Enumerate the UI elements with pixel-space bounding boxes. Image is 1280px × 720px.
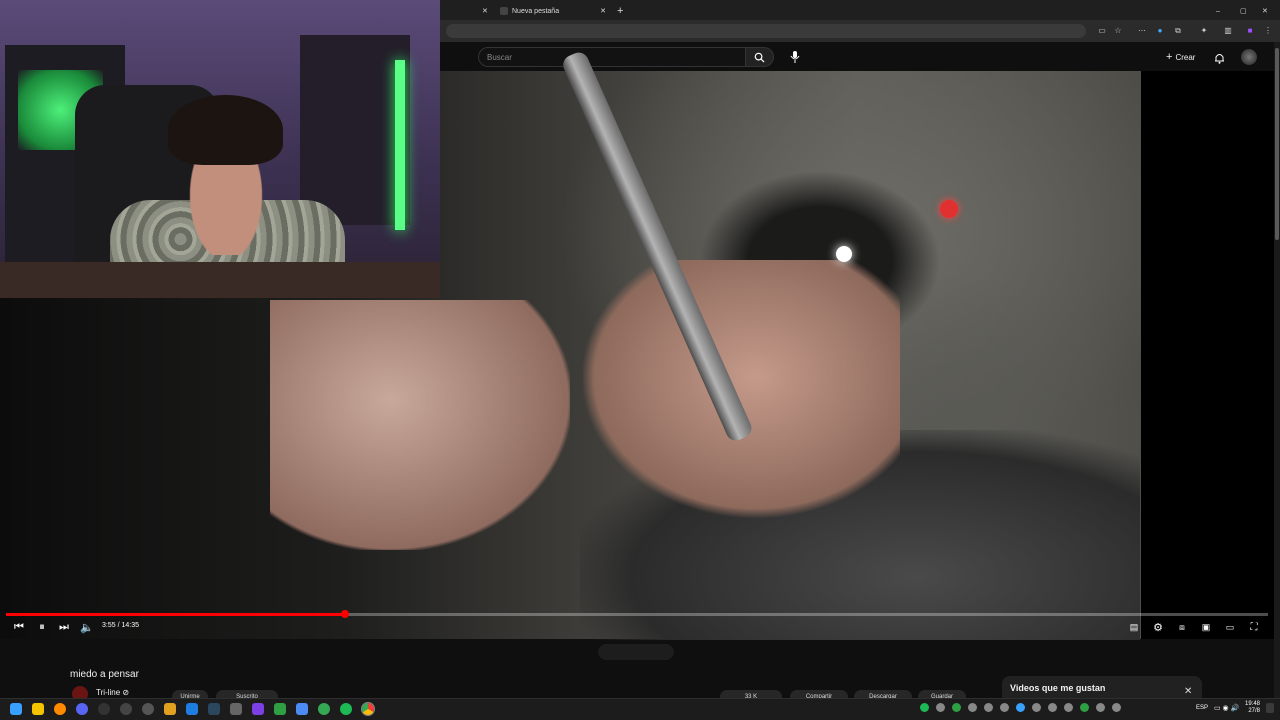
channel-name[interactable]: Tri-line ⊘ bbox=[96, 688, 129, 697]
microphone-icon bbox=[790, 51, 800, 63]
address-bar[interactable] bbox=[446, 24, 1086, 38]
previous-button[interactable]: ⏮ bbox=[12, 620, 26, 634]
cast-button[interactable]: ▭ bbox=[1223, 620, 1237, 634]
tray-icon[interactable] bbox=[1112, 703, 1121, 712]
plus-icon: + bbox=[1166, 51, 1173, 63]
search-icon bbox=[754, 52, 765, 63]
video-title: miedo a pensar bbox=[70, 669, 139, 680]
ambient-pill bbox=[598, 644, 674, 660]
tab-close-icon[interactable]: ✕ bbox=[482, 7, 488, 15]
tab-favicon-icon bbox=[500, 7, 508, 15]
search-app-icon[interactable] bbox=[54, 703, 66, 715]
next-button[interactable]: ⏭ bbox=[57, 620, 71, 634]
bookmark-star-icon[interactable]: ☆ bbox=[1114, 27, 1122, 35]
search-button[interactable] bbox=[746, 47, 774, 67]
tray-spotify-icon[interactable] bbox=[920, 703, 929, 712]
minimize-button[interactable]: – bbox=[1216, 2, 1226, 20]
tab-close-icon[interactable]: ✕ bbox=[600, 7, 606, 15]
search-input[interactable]: Buscar bbox=[478, 47, 746, 67]
app-recycle-icon[interactable] bbox=[318, 703, 330, 715]
cast-icon[interactable]: ▭ bbox=[1098, 27, 1106, 35]
steam-icon[interactable] bbox=[208, 703, 220, 715]
clock-date: 27/8 bbox=[1248, 708, 1260, 714]
notification-icon[interactable] bbox=[1266, 703, 1274, 713]
network-volume-icons[interactable]: ▭ ◉ 🔊 bbox=[1214, 704, 1239, 712]
scrollbar-thumb[interactable] bbox=[1275, 48, 1279, 240]
sidebar-icon[interactable]: ▥ bbox=[1224, 27, 1232, 35]
bell-icon bbox=[1215, 54, 1224, 64]
pause-button[interactable]: ⏸ bbox=[35, 620, 49, 634]
video-side-area bbox=[1141, 71, 1280, 639]
app-blue-icon[interactable] bbox=[186, 703, 198, 715]
tray-icon[interactable] bbox=[968, 703, 977, 712]
start-icon[interactable] bbox=[10, 703, 22, 715]
tray-icon[interactable] bbox=[936, 703, 945, 712]
video-white-light bbox=[836, 246, 852, 262]
create-label: Crear bbox=[1175, 52, 1196, 62]
subtitles-button[interactable]: ▤ bbox=[1127, 620, 1141, 634]
tray-icon[interactable] bbox=[1000, 703, 1009, 712]
settings-button[interactable]: ⚙ bbox=[1151, 620, 1165, 634]
app-green-icon[interactable] bbox=[274, 703, 286, 715]
webcam-person-hair bbox=[168, 95, 283, 165]
extension-blue-icon[interactable]: ● bbox=[1156, 27, 1164, 35]
liked-videos-title: Videos que me gustan bbox=[1010, 683, 1106, 693]
extensions-puzzle-icon[interactable]: ⧉ bbox=[1174, 27, 1182, 35]
progress-bar[interactable] bbox=[6, 613, 1268, 616]
theater-mode-button[interactable]: ▣ bbox=[1199, 620, 1213, 634]
tray-icon[interactable] bbox=[1096, 703, 1105, 712]
webcam-neon-bar bbox=[395, 60, 405, 230]
video-left-hand bbox=[270, 300, 570, 550]
new-tab-button[interactable]: + bbox=[617, 2, 629, 20]
app-arrow-icon[interactable] bbox=[120, 703, 132, 715]
profile-icon[interactable]: ■ bbox=[1246, 27, 1254, 35]
tray-icon[interactable] bbox=[984, 703, 993, 712]
app-purple-icon[interactable] bbox=[252, 703, 264, 715]
app-gear-icon[interactable] bbox=[230, 703, 242, 715]
notifications-button[interactable] bbox=[1214, 51, 1225, 69]
system-tray bbox=[920, 703, 1180, 715]
app-ak-icon[interactable] bbox=[98, 703, 110, 715]
video-red-light bbox=[940, 200, 958, 218]
extension-icon[interactable]: ⋯ bbox=[1138, 27, 1146, 35]
close-window-button[interactable]: ✕ bbox=[1262, 2, 1272, 20]
tab-nueva-pestana[interactable]: Nueva pestaña ✕ bbox=[500, 2, 610, 20]
tray-icon[interactable] bbox=[1048, 703, 1057, 712]
miniplayer-button[interactable]: ⧈ bbox=[1175, 620, 1189, 634]
chrome-icon[interactable] bbox=[361, 702, 375, 716]
video-right-hand bbox=[580, 260, 900, 520]
app-c-icon[interactable] bbox=[296, 703, 308, 715]
app-v-icon[interactable] bbox=[76, 703, 88, 715]
account-avatar[interactable] bbox=[1241, 49, 1257, 65]
time-display: 3:55 / 14:35 bbox=[102, 622, 139, 629]
taskbar-clock[interactable]: 19:48 27/8 bbox=[1238, 701, 1260, 715]
progress-fill bbox=[6, 613, 346, 616]
tray-icon[interactable] bbox=[1064, 703, 1073, 712]
tray-green-icon[interactable] bbox=[952, 703, 961, 712]
clock-time: 19:48 bbox=[1244, 701, 1260, 707]
voice-search-button[interactable] bbox=[790, 50, 802, 64]
tray-green-icon[interactable] bbox=[1080, 703, 1089, 712]
webcam-shelf-right bbox=[300, 35, 410, 225]
tab-label: Nueva pestaña bbox=[512, 7, 560, 15]
tray-icon[interactable] bbox=[1032, 703, 1041, 712]
language-indicator[interactable]: ESP bbox=[1196, 705, 1208, 711]
close-icon[interactable]: ✕ bbox=[1184, 686, 1192, 697]
webcam-overlay bbox=[0, 0, 440, 298]
webcam-floor bbox=[0, 262, 440, 298]
tab-previous[interactable]: ✕ bbox=[444, 2, 494, 20]
create-button[interactable]: + Crear bbox=[1166, 51, 1195, 63]
browser-menu-icon[interactable]: ⋮ bbox=[1264, 27, 1272, 35]
tray-blue-icon[interactable] bbox=[1016, 703, 1025, 712]
spotify-icon[interactable] bbox=[340, 703, 352, 715]
reading-list-icon[interactable]: ✦ bbox=[1200, 27, 1208, 35]
app-obs-icon[interactable] bbox=[142, 703, 154, 715]
fullscreen-button[interactable]: ⛶ bbox=[1247, 620, 1261, 634]
maximize-button[interactable]: ▢ bbox=[1240, 2, 1250, 20]
sticky-notes-icon[interactable] bbox=[32, 703, 44, 715]
app-orange-icon[interactable] bbox=[164, 703, 176, 715]
volume-button[interactable]: 🔈 bbox=[80, 620, 94, 634]
